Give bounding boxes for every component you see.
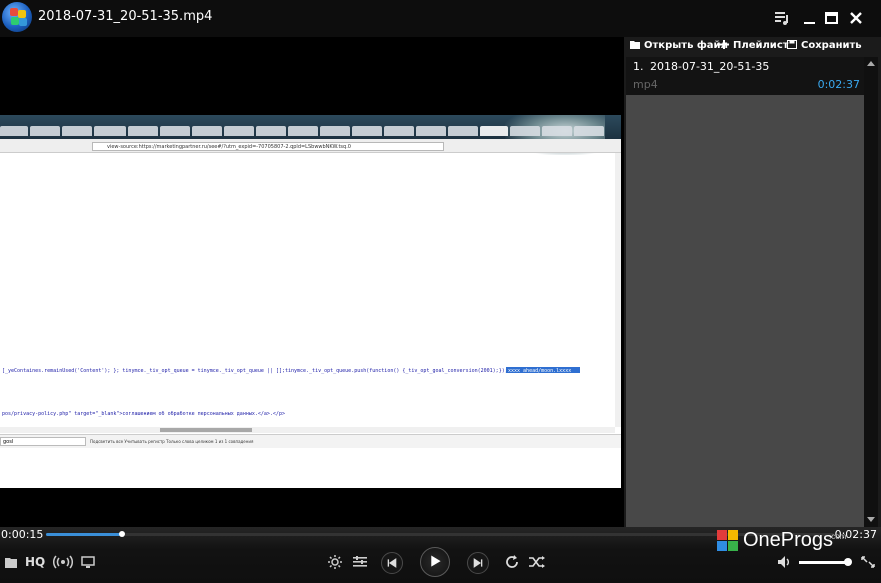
- playlist-item-number: 1.: [633, 60, 644, 73]
- app-logo-icon[interactable]: [2, 2, 32, 32]
- play-button[interactable]: [420, 547, 450, 577]
- broadcast-icon[interactable]: [53, 553, 73, 571]
- playlist-toolbar: Открыть файл Плейлист Сохранить: [624, 37, 881, 55]
- playlist-label: Плейлист: [733, 40, 789, 51]
- volume-level: [799, 561, 848, 564]
- fullscreen-icon[interactable]: [861, 553, 875, 571]
- frame-find-bar: gosl Подсветить все Учитывать регистр То…: [0, 434, 621, 448]
- folder-icon: [630, 41, 640, 49]
- seek-bar[interactable]: [46, 531, 834, 537]
- maximize-icon[interactable]: [823, 9, 841, 27]
- volume-slider[interactable]: [799, 558, 852, 566]
- hq-button[interactable]: HQ: [25, 555, 45, 573]
- watermark-text: OneProgs: [743, 529, 834, 551]
- save-icon: [787, 40, 797, 49]
- seek-progress: [46, 533, 122, 536]
- playlist-icon[interactable]: [773, 9, 791, 27]
- open-folder-icon[interactable]: [4, 553, 18, 571]
- window-title: 2018-07-31_20-51-35.mp4: [38, 9, 213, 24]
- frame-scroll-thumb: [160, 428, 252, 432]
- frame-vertical-scrollbar: [615, 153, 621, 427]
- frame-find-options: Подсветить все Учитывать регистр Только …: [90, 439, 254, 444]
- open-file-button[interactable]: Открыть файл: [630, 40, 728, 51]
- video-frame: view-source:https://marketingpartner.ru/…: [0, 115, 621, 488]
- video-area[interactable]: view-source:https://marketingpartner.ru/…: [0, 37, 621, 527]
- play-icon: [431, 555, 441, 567]
- equalizer-icon[interactable]: [352, 553, 368, 571]
- current-time: 0:00:15: [1, 528, 44, 541]
- watermark: OneProgs .com: [717, 528, 857, 554]
- frame-code-line: pos/privacy-policy.php" target="_blank">…: [2, 411, 285, 417]
- repeat-icon[interactable]: [504, 553, 520, 571]
- plus-icon: [719, 40, 729, 49]
- volume-handle[interactable]: [844, 558, 852, 566]
- playlist-item-name: 2018-07-31_20-51-35: [650, 60, 770, 73]
- playlist-item-duration: 0:02:37: [817, 78, 860, 91]
- save-label: Сохранить: [801, 40, 862, 51]
- scroll-up-icon[interactable]: [867, 61, 875, 66]
- frame-url: view-source:https://marketingpartner.ru/…: [92, 142, 444, 151]
- watermark-suffix: .com: [829, 532, 847, 541]
- playlist-panel: Открыть файл Плейлист Сохранить 1. 2018-…: [624, 37, 881, 527]
- frame-address-bar: view-source:https://marketingpartner.ru/…: [0, 139, 621, 153]
- frame-browser-tabs: [0, 115, 621, 155]
- close-icon[interactable]: [847, 9, 865, 27]
- frame-find-input: gosl: [0, 437, 86, 446]
- scroll-down-icon[interactable]: [867, 517, 875, 522]
- previous-button[interactable]: [381, 552, 403, 574]
- screen-icon[interactable]: [81, 553, 95, 571]
- settings-icon[interactable]: [327, 553, 343, 571]
- save-button[interactable]: Сохранить: [787, 40, 862, 51]
- next-icon: [473, 558, 483, 568]
- minimize-icon[interactable]: [801, 9, 819, 27]
- playlist-item[interactable]: 1. 2018-07-31_20-51-35 mp4 0:02:37: [626, 57, 864, 95]
- frame-code-highlight-text: xxxx ahead/moon.lxxxx: [508, 368, 572, 374]
- frame-code-line: [_yeContaines.remainUsed('Content'); }; …: [2, 368, 508, 374]
- previous-icon: [387, 558, 397, 568]
- watermark-logo-icon: [717, 530, 738, 551]
- open-file-label: Открыть файл: [644, 40, 728, 51]
- next-button[interactable]: [467, 552, 489, 574]
- playlist-empty-area[interactable]: [626, 95, 864, 527]
- title-bar: 2018-07-31_20-51-35.mp4: [0, 0, 881, 37]
- volume-icon[interactable]: [777, 553, 791, 571]
- playlist-button[interactable]: Плейлист: [719, 40, 789, 51]
- shuffle-icon[interactable]: [528, 553, 546, 571]
- seek-handle[interactable]: [118, 531, 125, 537]
- playlist-item-type: mp4: [633, 78, 658, 91]
- frame-horizontal-scrollbar: [0, 427, 615, 433]
- playlist-scrollbar[interactable]: [864, 57, 878, 527]
